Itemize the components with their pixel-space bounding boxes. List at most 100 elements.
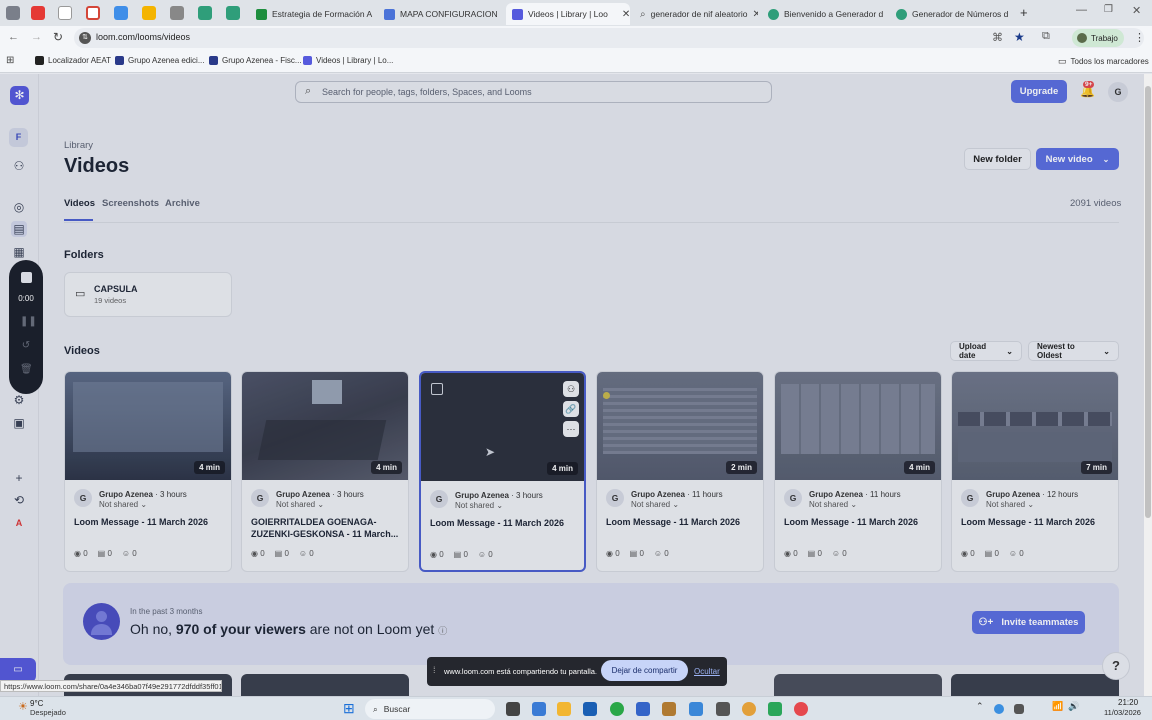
tab-archive[interactable]: Archive <box>165 198 200 209</box>
calendar-icon[interactable]: ▦ <box>11 244 27 260</box>
wifi-icon[interactable]: 📶 <box>1052 701 1063 712</box>
volume-icon[interactable]: 🔊 <box>1068 701 1079 712</box>
all-bookmarks[interactable]: ▭ Todos los marcadores <box>1058 56 1149 67</box>
hide-share-link[interactable]: Ocultar <box>694 667 720 676</box>
video-card[interactable]: 7 min G Grupo Azenea · 12 hours Not shar… <box>951 371 1119 572</box>
loom-recorder-icon[interactable] <box>794 702 808 716</box>
bookmark-localizador[interactable]: Localizador AEAT <box>35 56 111 65</box>
weather-icon[interactable]: ☀ <box>18 700 28 713</box>
breadcrumb[interactable]: Library <box>64 140 93 151</box>
video-title[interactable]: Loom Message - 11 March 2026 <box>961 516 1111 528</box>
account-icon[interactable]: ◎ <box>11 199 27 215</box>
windows-start-icon[interactable]: ⊞ <box>343 700 355 717</box>
app-editor-icon[interactable] <box>583 702 597 716</box>
onedrive-icon[interactable] <box>994 704 1004 714</box>
integrations-icon[interactable]: ⟲ <box>11 492 27 508</box>
video-title[interactable]: GOIERRITALDEA GOENAGA-ZUZENKI-GESKONSA -… <box>251 516 401 540</box>
tab-screenshots[interactable]: Screenshots <box>102 198 159 209</box>
outlook-icon[interactable] <box>636 702 650 716</box>
video-card-peek[interactable] <box>774 674 942 696</box>
pinned-tab-pdf-icon[interactable] <box>31 6 45 20</box>
folder-card[interactable]: ▭ CAPSULA 19 videos <box>64 272 232 317</box>
clock-date[interactable]: 11/03/2026 <box>1104 708 1141 717</box>
app-green-icon[interactable] <box>768 702 782 716</box>
bookmark-azenea-fiscal[interactable]: Grupo Azenea - Fisc... <box>209 56 302 65</box>
video-card[interactable]: 4 min G Grupo Azenea · 3 hours Not share… <box>241 371 409 572</box>
video-title[interactable]: Loom Message - 11 March 2026 <box>74 516 224 528</box>
sort-order[interactable]: Newest to Oldest ⌄ <box>1028 341 1119 361</box>
drag-handle-icon[interactable]: ⁞ <box>433 665 436 675</box>
loom-logo-icon[interactable]: ✻ <box>10 86 29 105</box>
app-calculator-icon[interactable] <box>532 702 546 716</box>
stop-sharing-button[interactable]: Dejar de compartir <box>601 660 688 681</box>
share-status[interactable]: Not shared ⌄ <box>809 500 857 509</box>
help-button[interactable]: ? <box>1102 652 1130 680</box>
tab-generador-nif[interactable]: ⌕ generador de nif aleatorio ✕ <box>634 3 758 25</box>
tab-estrategia[interactable]: Estrategia de Formación A ✕ <box>250 3 374 25</box>
video-card[interactable]: 2 min G Grupo Azenea · 11 hours Not shar… <box>596 371 764 572</box>
taskbar-search[interactable]: ⌕ Buscar <box>365 699 495 719</box>
file-explorer-icon[interactable] <box>557 702 571 716</box>
bookmark-loom-videos[interactable]: Videos | Library | Lo... <box>303 56 393 65</box>
tab-list-icon[interactable] <box>6 6 20 20</box>
tab-mapa[interactable]: MAPA CONFIGURACION ✕ <box>378 3 502 25</box>
page-scrollbar[interactable] <box>1144 74 1152 696</box>
user-avatar[interactable]: A <box>11 515 27 531</box>
pause-icon[interactable]: ❚❚ <box>20 316 37 328</box>
record-camera-button[interactable]: ▭ <box>0 658 36 682</box>
profile-chip[interactable]: Trabajo <box>1072 29 1124 47</box>
more-options-icon[interactable]: ⋯ <box>563 421 579 437</box>
restart-icon[interactable]: ↺ <box>20 340 32 352</box>
share-status[interactable]: Not shared ⌄ <box>99 500 147 509</box>
invite-teammates-button[interactable]: ⚇+ Invite teammates <box>972 611 1085 634</box>
address-bar[interactable]: ⇅ loom.com/looms/videos ⌘ ★ ⧉ Trabajo ⋮ <box>74 28 1145 48</box>
close-icon[interactable]: ✕ <box>622 9 630 20</box>
upgrade-button[interactable]: Upgrade <box>1011 80 1067 103</box>
library-icon[interactable]: ▤ <box>11 221 27 237</box>
video-card-peek[interactable] <box>241 674 409 696</box>
window-close-icon[interactable]: ✕ <box>1132 4 1141 17</box>
video-title[interactable]: Loom Message - 11 March 2026 <box>430 517 580 529</box>
select-checkbox[interactable] <box>431 383 443 395</box>
bookmark-azenea-edicion[interactable]: Grupo Azenea edici... <box>115 56 205 65</box>
copy-link-icon[interactable]: 🔗 <box>563 401 579 417</box>
info-icon[interactable]: ⓘ <box>438 626 447 636</box>
video-title[interactable]: Loom Message - 11 March 2026 <box>784 516 934 528</box>
workspace-switcher[interactable]: F <box>9 128 28 147</box>
video-library-icon[interactable]: ▣ <box>11 415 27 431</box>
video-card-peek[interactable] <box>951 674 1119 696</box>
new-video-button[interactable]: New video ⌄ <box>1036 148 1119 170</box>
tab-generador-numeros[interactable]: Generador de Números d ✕ <box>890 3 1014 25</box>
search-input[interactable]: ⌕ Search for people, tags, folders, Spac… <box>295 81 772 103</box>
pinned-tab-app-icon[interactable] <box>114 6 128 20</box>
settings-icon[interactable]: ⚙ <box>11 392 27 408</box>
close-icon[interactable]: ✕ <box>752 9 758 20</box>
share-status[interactable]: Not shared ⌄ <box>276 500 324 509</box>
share-status[interactable]: Not shared ⌄ <box>455 501 503 510</box>
video-card-selected[interactable]: ⚇ 🔗 ⋯ ➤ 4 min G Grupo Azenea · 3 hours N… <box>419 371 586 572</box>
extensions-icon[interactable]: ⧉ <box>1042 30 1050 43</box>
snipping-tool-icon[interactable] <box>716 702 730 716</box>
scrollbar-thumb[interactable] <box>1145 86 1151 518</box>
pinned-tab-generator2-icon[interactable] <box>226 6 240 20</box>
sort-upload-date[interactable]: Upload date ⌄ <box>950 341 1022 361</box>
tab-bienvenido[interactable]: Bienvenido a Generador d ✕ <box>762 3 886 25</box>
pinned-tab-github-icon[interactable] <box>170 6 184 20</box>
task-view-icon[interactable] <box>506 702 520 716</box>
url-text[interactable]: loom.com/looms/videos <box>96 32 190 42</box>
pinned-tab-bing-icon[interactable] <box>58 6 72 20</box>
minimize-icon[interactable]: — <box>1076 4 1087 16</box>
app-notes-icon[interactable] <box>689 702 703 716</box>
tab-loom-videos[interactable]: Videos | Library | Loo ✕ <box>506 3 630 25</box>
video-card[interactable]: 4 min G Grupo Azenea · 11 hours Not shar… <box>774 371 942 572</box>
share-status[interactable]: Not shared ⌄ <box>631 500 679 509</box>
tray-chevron-icon[interactable]: ⌃ <box>976 701 984 712</box>
add-person-icon[interactable]: ⚇ <box>563 381 579 397</box>
site-info-icon[interactable]: ⇅ <box>79 32 91 44</box>
bookmark-star-icon[interactable]: ★ <box>1014 30 1025 44</box>
forward-icon[interactable]: → <box>31 31 42 43</box>
tray-app-icon[interactable] <box>1014 704 1024 714</box>
new-folder-button[interactable]: New folder <box>964 148 1031 170</box>
new-tab-icon[interactable]: + <box>1020 5 1028 20</box>
pinned-tab-generator-icon[interactable] <box>198 6 212 20</box>
